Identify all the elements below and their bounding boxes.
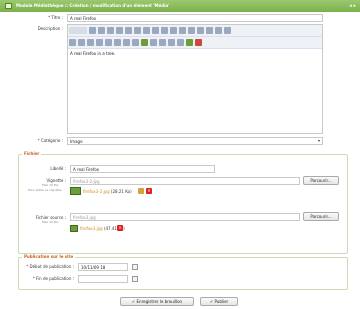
indent-icon[interactable] [96,39,103,46]
editor-toolbar-row-1 [68,25,322,37]
window-title: Module Médiathèque :: Création / modific… [16,3,170,8]
special-char-icon[interactable] [186,39,193,46]
window-controls[interactable]: ◂ ▸ [349,0,356,12]
category-label: * Catégorie : [37,138,63,143]
save-draft-button[interactable]: ✔ Enregistrer le brouillon [120,297,194,306]
align-center-icon[interactable] [114,39,121,46]
smiley-icon[interactable] [177,39,184,46]
paste-icon[interactable] [125,27,132,34]
source-max-size: Max 10 Mo [42,220,59,224]
outdent-icon[interactable] [87,39,94,46]
title-label: * Titre : [48,15,63,20]
start-date-input[interactable]: 10/11/09 18 [78,263,128,271]
align-left-icon[interactable] [105,39,112,46]
source-file-input[interactable]: firefox3.jpg [70,213,300,221]
editor-toolbar-row-2 [68,37,322,49]
delete-vignette-icon[interactable]: ✕ [146,188,152,194]
flash-icon[interactable] [150,39,157,46]
redo-icon[interactable] [152,27,159,34]
libelle-label: Libellé : [50,166,66,171]
vignette-file-input[interactable]: firefox3-2.jpg [70,177,300,185]
align-right-icon[interactable] [123,39,130,46]
rule-icon[interactable] [168,39,175,46]
cut-icon[interactable] [107,27,114,34]
editor-content[interactable]: A real Firefox in a tree. [70,51,115,56]
new-icon[interactable] [89,27,96,34]
subscript-icon[interactable] [197,27,204,34]
vignette-max-size: Max 10 Mo [42,183,59,187]
table-icon[interactable] [159,39,166,46]
vignette-file-link[interactable]: firefox3-2.jpg (28.21 Ko) [83,189,132,194]
action-bar: ✔ Enregistrer le brouillon ✔ Publier [0,293,360,309]
publish-button[interactable]: ✔ Publier [200,297,238,306]
category-select[interactable]: Image [67,137,323,145]
edit-icon[interactable] [138,188,144,194]
bold-icon[interactable] [161,27,168,34]
window-titlebar: Module Médiathèque :: Création / modific… [0,0,360,12]
link-icon[interactable] [215,27,222,34]
chevron-down-icon[interactable]: ▾ [318,138,324,144]
source-file-icon [70,225,78,232]
source-browse-button[interactable]: Parcourir... [303,212,339,221]
libelle-input[interactable]: A real Firefox [70,165,215,173]
calendar-icon[interactable] [132,276,138,282]
end-date-input[interactable] [78,275,128,283]
end-date-label: * Fin de publication : [32,276,74,281]
numbered-list-icon[interactable] [69,39,76,46]
copy-icon[interactable] [116,27,123,34]
start-date-label: * Début de publication : [26,264,74,269]
app-icon [5,3,12,9]
strike-icon[interactable] [188,27,195,34]
undo-icon[interactable] [143,27,150,34]
rich-text-editor[interactable]: A real Firefox in a tree. [67,24,323,134]
paste-text-icon[interactable] [134,27,141,34]
image-icon[interactable] [141,39,148,46]
publication-section [18,257,348,290]
superscript-icon[interactable] [206,27,213,34]
title-input[interactable]: A real Firefox [67,14,323,22]
fichier-section-title: Fichier [22,151,42,156]
publication-section-title: Publication sur le site [22,254,76,259]
anchor-icon[interactable] [195,39,202,46]
italic-icon[interactable] [170,27,177,34]
vignette-browse-button[interactable]: Parcourir... [303,176,339,185]
source-button[interactable] [69,27,87,34]
bullet-list-icon[interactable] [78,39,85,46]
preview-icon[interactable] [98,27,105,34]
delete-source-icon[interactable]: ✕ [117,225,123,231]
calendar-icon[interactable] [132,264,138,270]
vignette-note: Pour éditer la vignette [28,188,62,192]
underline-icon[interactable] [179,27,186,34]
unlink-icon[interactable] [224,27,231,34]
vignette-thumbnail [70,187,81,195]
justify-icon[interactable] [132,39,139,46]
description-label: Description : [37,26,63,31]
